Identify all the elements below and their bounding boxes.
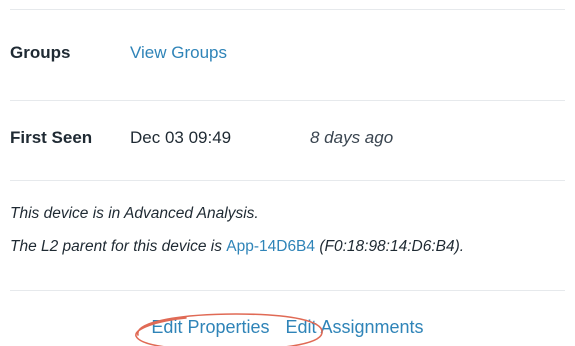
device-details-panel: Groups View Groups First Seen Dec 03 09:… — [0, 0, 575, 346]
edit-properties-wrap: Edit Properties — [135, 312, 324, 346]
groups-row: Groups View Groups — [10, 40, 565, 66]
l2-parent-note: The L2 parent for this device is App-14D… — [10, 238, 569, 256]
action-links: Edit Properties Edit Assignments — [0, 312, 575, 346]
first-seen-date: Dec 03 09:49 — [130, 128, 232, 147]
highlight-circle-mark — [135, 312, 324, 346]
divider-note — [10, 290, 565, 291]
first-seen-relative: 8 days ago — [310, 128, 394, 147]
first-seen-row: First Seen Dec 03 09:49 8 days ago — [10, 125, 565, 151]
divider-first-seen — [10, 180, 565, 181]
groups-label: Groups — [10, 43, 71, 62]
l2-parent-link[interactable]: App-14D6B4 — [226, 238, 315, 255]
l2-parent-prefix: The L2 parent for this device is — [10, 238, 227, 255]
advanced-analysis-note: This device is in Advanced Analysis. — [10, 205, 259, 222]
first-seen-label: First Seen — [10, 128, 93, 147]
l2-parent-mac: (F0:18:98:14:D6:B4). — [315, 238, 465, 255]
divider-top — [10, 9, 565, 10]
view-groups-link[interactable]: View Groups — [130, 43, 227, 63]
divider-groups — [10, 100, 565, 101]
